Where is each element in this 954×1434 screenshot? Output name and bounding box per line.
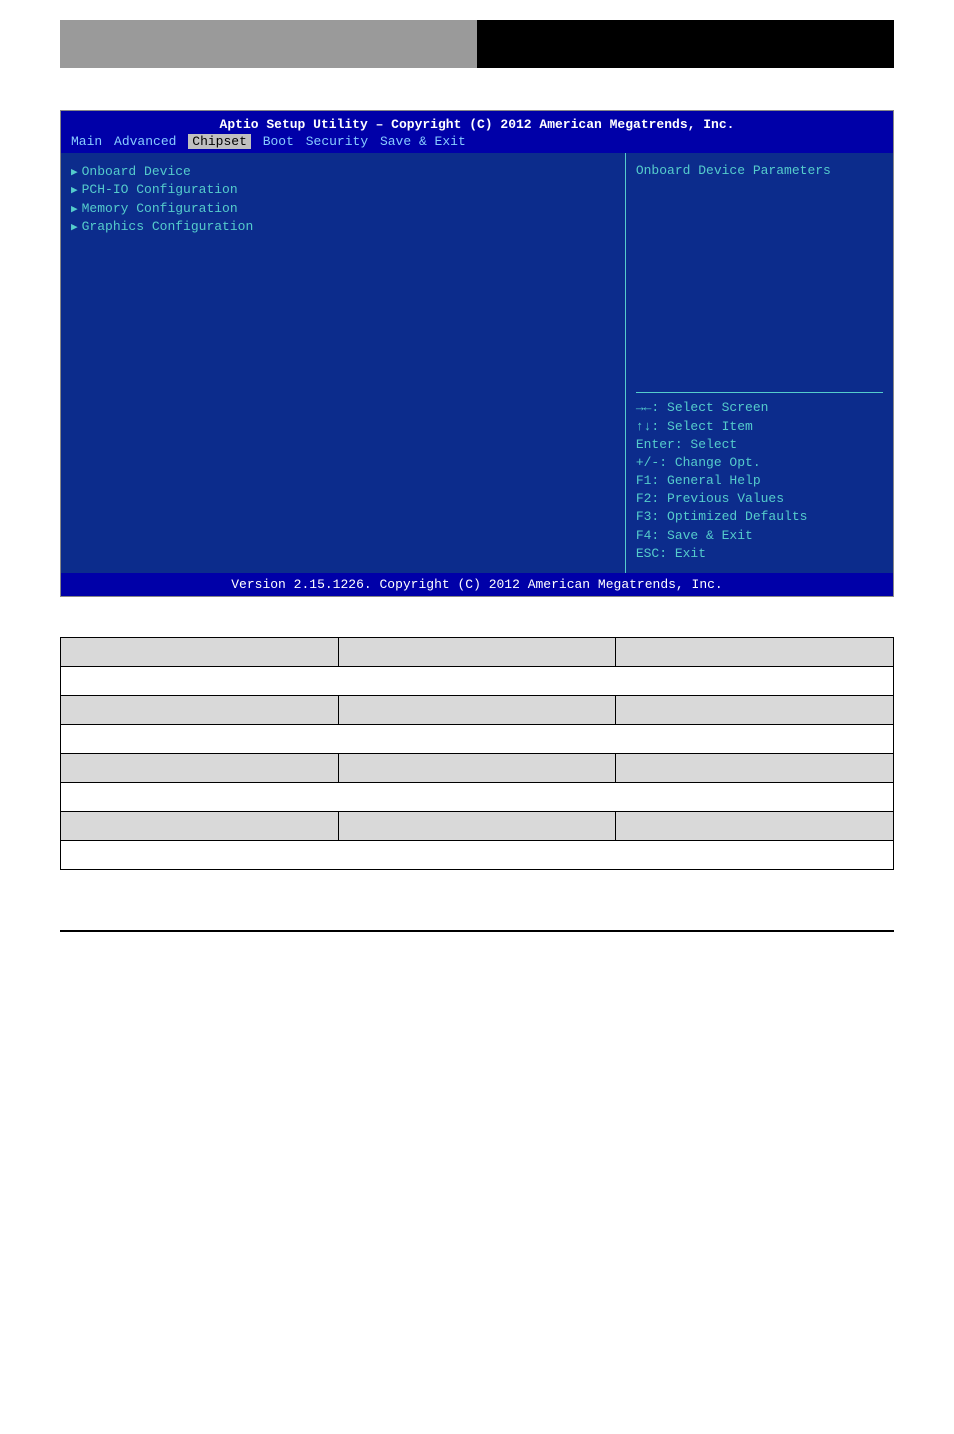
triangle-right-icon: ▶ [71, 222, 78, 234]
table-cell [616, 638, 894, 667]
bios-key-hint: Enter: Select [636, 436, 883, 454]
bios-item-pch-io[interactable]: ▶ PCH-IO Configuration [71, 181, 615, 199]
table-cell [61, 696, 339, 725]
bios-menu-bar: Main Advanced Chipset Boot Security Save… [61, 132, 893, 153]
table-cell [61, 812, 339, 841]
table-cell [338, 696, 616, 725]
table-cell [616, 812, 894, 841]
bios-key-hint: ↑↓: Select Item [636, 418, 883, 436]
bios-screenshot: Aptio Setup Utility – Copyright (C) 2012… [60, 110, 894, 597]
bios-key-hint: F1: General Help [636, 472, 883, 490]
bios-item-label: Onboard Device [82, 164, 191, 179]
table-cell [61, 638, 339, 667]
bios-title: Aptio Setup Utility – Copyright (C) 2012… [61, 111, 893, 132]
table-cell [338, 812, 616, 841]
table-cell [338, 638, 616, 667]
bios-item-label: Memory Configuration [82, 201, 238, 216]
table-cell [61, 725, 894, 754]
bios-key-hints: →←: Select Screen ↑↓: Select Item Enter:… [636, 392, 883, 563]
table-cell [61, 667, 894, 696]
table-cell [61, 783, 894, 812]
triangle-right-icon: ▶ [71, 167, 78, 179]
bios-item-memory[interactable]: ▶ Memory Configuration [71, 200, 615, 218]
bios-menu-main[interactable]: Main [71, 134, 102, 149]
bios-menu-boot[interactable]: Boot [263, 134, 294, 149]
table-row [61, 667, 894, 696]
bios-item-onboard-device[interactable]: ▶ Onboard Device [71, 163, 615, 181]
bios-right-pane: Onboard Device Parameters →←: Select Scr… [625, 153, 893, 573]
header-right-block [477, 20, 894, 70]
bios-key-hint: F2: Previous Values [636, 490, 883, 508]
table-row [61, 841, 894, 870]
page-header-bar [60, 20, 894, 70]
bios-left-pane: ▶ Onboard Device ▶ PCH-IO Configuration ▶ M… [61, 153, 625, 573]
bios-key-hint: ESC: Exit [636, 545, 883, 563]
bios-version-footer: Version 2.15.1226. Copyright (C) 2012 Am… [61, 573, 893, 596]
settings-table [60, 637, 894, 870]
triangle-right-icon: ▶ [71, 185, 78, 197]
bios-help-text: Onboard Device Parameters [636, 163, 883, 178]
header-left-block [60, 20, 477, 70]
table-cell [61, 754, 339, 783]
bios-item-graphics[interactable]: ▶ Graphics Configuration [71, 218, 615, 236]
bios-menu-advanced[interactable]: Advanced [114, 134, 176, 149]
table-row [61, 783, 894, 812]
bios-menu-save-exit[interactable]: Save & Exit [380, 134, 466, 149]
table-row [61, 725, 894, 754]
table-cell [616, 754, 894, 783]
table-cell [338, 754, 616, 783]
bios-menu-security[interactable]: Security [306, 134, 368, 149]
bios-key-hint: F3: Optimized Defaults [636, 508, 883, 526]
triangle-right-icon: ▶ [71, 204, 78, 216]
bios-key-hint: +/-: Change Opt. [636, 454, 883, 472]
table-cell [616, 696, 894, 725]
table-row [61, 754, 894, 783]
table-row [61, 638, 894, 667]
table-row [61, 696, 894, 725]
bios-key-hint: F4: Save & Exit [636, 527, 883, 545]
table-row [61, 812, 894, 841]
bios-menu-chipset[interactable]: Chipset [188, 134, 251, 149]
bios-item-label: Graphics Configuration [82, 219, 254, 234]
bios-item-label: PCH-IO Configuration [82, 182, 238, 197]
page-footer-rule [60, 930, 894, 933]
table-cell [61, 841, 894, 870]
bios-key-hint: →←: Select Screen [636, 399, 883, 417]
bios-body: ▶ Onboard Device ▶ PCH-IO Configuration ▶ M… [61, 153, 893, 573]
